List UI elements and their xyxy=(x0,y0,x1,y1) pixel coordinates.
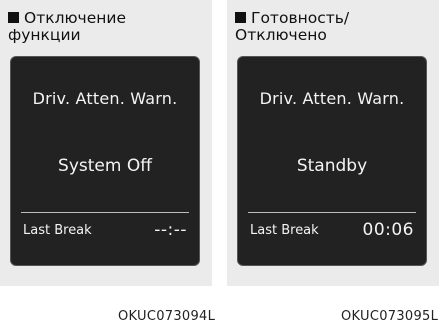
divider xyxy=(248,212,416,213)
last-break-label: Last Break xyxy=(250,223,319,238)
bullet-square-icon xyxy=(8,12,19,23)
image-code: OKUC073095L xyxy=(341,309,439,324)
caption-line-1: Отключение xyxy=(24,9,126,27)
system-status: Standby xyxy=(296,156,368,176)
last-break-label: Last Break xyxy=(23,223,92,238)
caption-line-2: Отключено xyxy=(235,26,327,44)
last-break-time: 00:06 xyxy=(362,220,414,240)
screen-title: Driv. Atten. Warn. xyxy=(259,89,405,108)
divider xyxy=(21,212,189,213)
panel-standby: Готовность/ Отключено Driv. Atten. Warn.… xyxy=(227,0,439,286)
cluster-display: Driv. Atten. Warn. System Off Last Break… xyxy=(10,56,200,266)
caption-line-2: функции xyxy=(8,26,81,44)
bullet-square-icon xyxy=(235,12,246,23)
caption-line-1: Готовность/ xyxy=(251,9,350,27)
screen-title: Driv. Atten. Warn. xyxy=(32,89,178,108)
panel-function-off: Отключение функции Driv. Atten. Warn. Sy… xyxy=(0,0,212,286)
last-break-time: --:-- xyxy=(154,220,187,240)
panel-caption: Отключение функции xyxy=(8,10,126,44)
image-code: OKUC073094L xyxy=(118,309,216,324)
cluster-display: Driv. Atten. Warn. Standby Last Break 00… xyxy=(237,56,427,266)
panel-caption: Готовность/ Отключено xyxy=(235,10,349,44)
system-status: System Off xyxy=(58,156,152,176)
